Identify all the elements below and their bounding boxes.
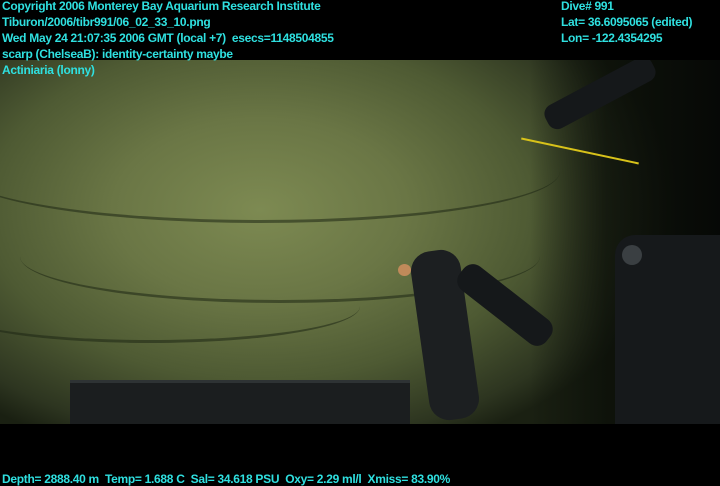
overlay-sensor-readout: Depth= 2888.40 m Temp= 1.688 C Sal= 34.6…	[2, 472, 451, 486]
bolt	[622, 245, 642, 265]
overlay-lat: Lat= 36.6095065 (edited)	[561, 15, 693, 29]
seafloor-image	[0, 60, 720, 424]
overlay-annotation: scarp (ChelseaB): identity-certainty may…	[2, 47, 233, 61]
overlay-datetime: Wed May 24 21:07:35 2006 GMT (local +7) …	[2, 31, 334, 45]
overlay-file-path: Tiburon/2006/tibr991/06_02_33_10.png	[2, 15, 211, 29]
video-frame: Copyright 2006 Monterey Bay Aquarium Res…	[0, 0, 720, 486]
anemone	[398, 264, 411, 276]
sediment-ridge	[0, 120, 560, 223]
overlay-dive: Dive# 991	[561, 0, 614, 13]
overlay-lon: Lon= -122.4354295	[561, 31, 663, 45]
overlay-taxon: Actiniaria (lonny)	[2, 63, 95, 77]
vehicle-frame	[70, 380, 410, 424]
overlay-copyright: Copyright 2006 Monterey Bay Aquarium Res…	[2, 0, 321, 13]
